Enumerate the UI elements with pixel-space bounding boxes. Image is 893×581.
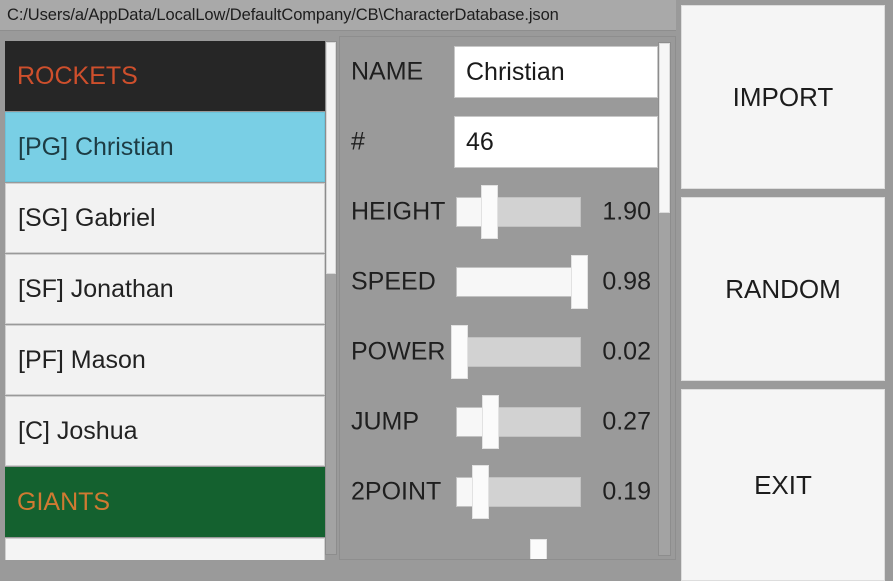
slider-value: 1.90 xyxy=(602,197,651,226)
slider-track[interactable] xyxy=(456,407,581,437)
roster-item-label: [SG] Gabriel xyxy=(18,203,156,232)
exit-button[interactable]: EXIT xyxy=(681,389,885,581)
roster-item-label: [PG] Christian xyxy=(18,132,174,161)
next-slider-handle-partial[interactable] xyxy=(530,539,547,559)
slider-label: 2POINT xyxy=(351,477,442,506)
editor-slider-row: 2POINT 0.19 xyxy=(340,457,675,527)
slider-handle[interactable] xyxy=(471,465,489,519)
input-value: Christian xyxy=(466,57,565,86)
button-label: IMPORT xyxy=(732,81,834,112)
editor-slider-row: JUMP 0.27 xyxy=(340,387,675,457)
button-label: RANDOM xyxy=(725,273,841,304)
slider-track[interactable] xyxy=(456,267,581,297)
editor-fields-container: NAME Christian #46 HEIGHT 1.90 SPEED 0.98 POWER… xyxy=(340,37,675,527)
roster-item-label: [C] Joshua xyxy=(18,416,138,445)
slider-label: JUMP xyxy=(351,407,420,436)
character-editor-panel: NAME Christian #46 HEIGHT 1.90 SPEED 0.98 POWER… xyxy=(339,36,676,560)
random-button[interactable]: RANDOM xyxy=(681,197,885,381)
action-button-panel: IMPORT RANDOM EXIT xyxy=(676,0,893,581)
slider-handle[interactable] xyxy=(481,395,499,449)
editor-field-row: #46 xyxy=(340,107,675,177)
editor-slider-row: POWER 0.02 xyxy=(340,317,675,387)
name-input[interactable]: Christian xyxy=(454,46,658,98)
slider-value: 0.02 xyxy=(602,337,651,366)
team-header-row[interactable]: ROCKETS xyxy=(5,41,325,111)
roster-list-item[interactable]: [C] Joshua xyxy=(5,396,325,466)
slider-value: 0.27 xyxy=(602,407,651,436)
roster-list-item[interactable]: [PG] Christian xyxy=(5,112,325,182)
roster-list-item[interactable]: [SF] Jonathan xyxy=(5,254,325,324)
editor-slider-row: HEIGHT 1.90 xyxy=(340,177,675,247)
slider-value: 0.98 xyxy=(602,267,651,296)
roster-item-label: [SF] Jonathan xyxy=(18,274,174,303)
editor-field-label: NAME xyxy=(351,57,424,86)
roster-scrollbar-thumb[interactable] xyxy=(326,42,336,274)
editor-field-label: # xyxy=(351,127,365,156)
roster-list-panel: ROCKETS [PG] Christian [SG] Gabriel [SF] Jo… xyxy=(0,36,338,560)
roster-list-viewport[interactable]: ROCKETS [PG] Christian [SG] Gabriel [SF] Jo… xyxy=(5,41,325,560)
slider-label: SPEED xyxy=(351,267,436,296)
application-window: C:/Users/a/AppData/LocalLow/DefaultCompa… xyxy=(0,0,893,581)
editor-scrollbar-thumb[interactable] xyxy=(659,43,670,213)
slider-label: POWER xyxy=(351,337,446,366)
slider-handle[interactable] xyxy=(480,185,498,239)
slider-track[interactable] xyxy=(456,337,581,367)
roster-list-item[interactable]: [PF] Mason xyxy=(5,325,325,395)
slider-handle[interactable] xyxy=(570,255,588,309)
import-button[interactable]: IMPORT xyxy=(681,5,885,189)
editor-scrollbar[interactable] xyxy=(658,42,671,556)
number-input[interactable]: 46 xyxy=(454,116,658,168)
slider-fill xyxy=(457,268,578,296)
roster-list-item[interactable]: [SG] Gabriel xyxy=(5,183,325,253)
roster-item-label: [PF] Mason xyxy=(18,345,146,374)
team-header-label: GIANTS xyxy=(17,487,111,516)
file-path-bar: C:/Users/a/AppData/LocalLow/DefaultCompa… xyxy=(0,0,676,31)
button-label: EXIT xyxy=(754,469,812,500)
file-path-text: C:/Users/a/AppData/LocalLow/DefaultCompa… xyxy=(7,5,559,24)
team-header-label: ROCKETS xyxy=(17,61,138,90)
input-value: 46 xyxy=(466,127,494,156)
editor-field-row: NAME Christian xyxy=(340,37,675,107)
slider-label: HEIGHT xyxy=(351,197,446,226)
roster-list-item[interactable] xyxy=(5,538,325,560)
slider-value: 0.19 xyxy=(602,477,651,506)
roster-scrollbar[interactable] xyxy=(325,41,337,555)
slider-handle[interactable] xyxy=(450,325,468,379)
team-header-row[interactable]: GIANTS xyxy=(5,467,325,537)
slider-track[interactable] xyxy=(456,197,581,227)
editor-slider-row: SPEED 0.98 xyxy=(340,247,675,317)
